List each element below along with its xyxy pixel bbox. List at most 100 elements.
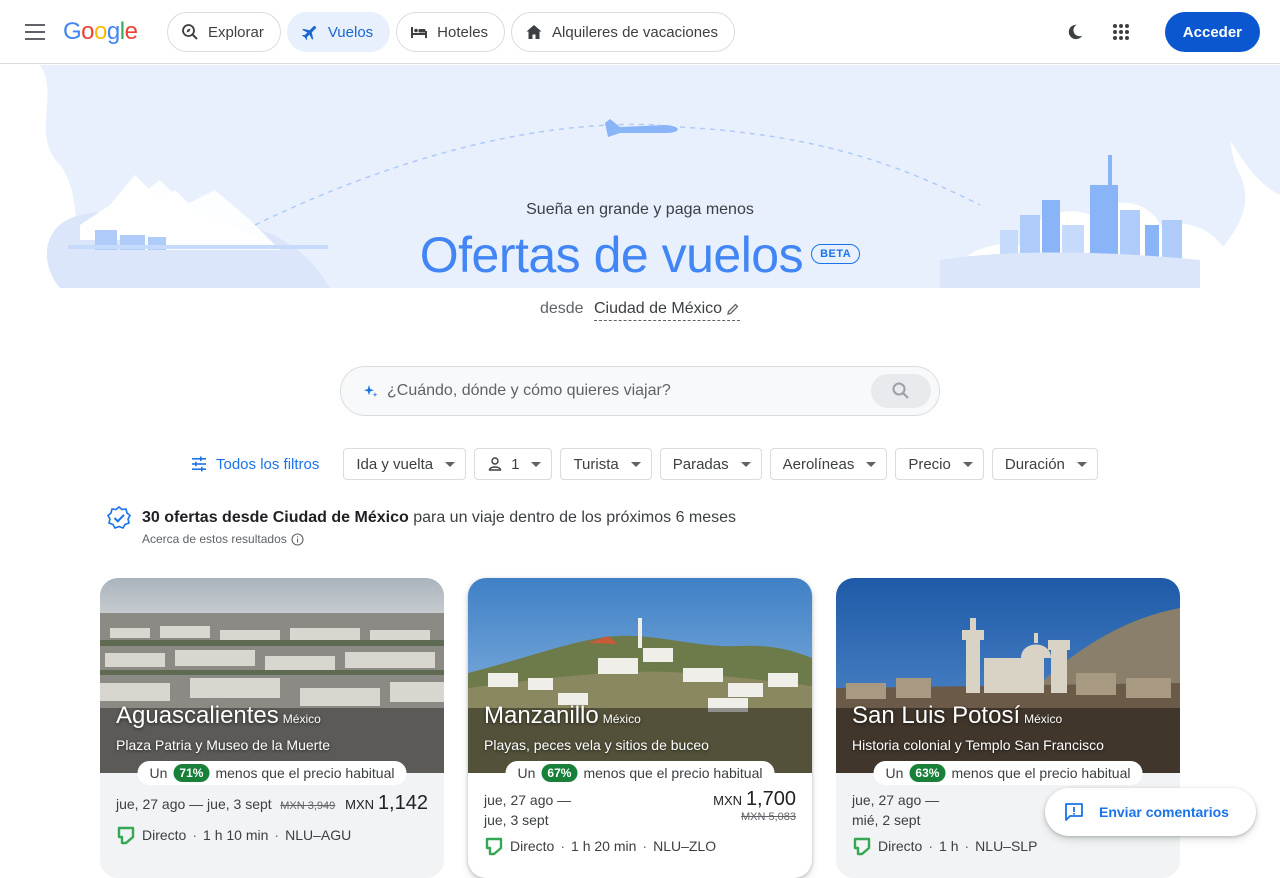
airlines-label: Aerolíneas bbox=[782, 455, 855, 473]
deal-suffix: menos que el precio habitual bbox=[951, 765, 1131, 781]
cabin-class-dropdown[interactable]: Turista bbox=[560, 448, 652, 480]
deal-price: 1,700 bbox=[745, 788, 796, 810]
duration-dropdown[interactable]: Duración bbox=[991, 448, 1098, 480]
signin-button[interactable]: Acceder bbox=[1164, 12, 1260, 52]
flight-route: NLU–AGU bbox=[285, 827, 352, 843]
deal-prefix: Un bbox=[885, 765, 904, 781]
flight-duration: 1 h 20 min bbox=[571, 838, 637, 854]
usual-price: MXN 5,083 bbox=[740, 811, 796, 823]
product-nav: Explorar Vuelos Hoteles Alquileres de va… bbox=[167, 12, 735, 52]
destination-country: México bbox=[1024, 712, 1063, 726]
top-app-bar: Google Explorar Vuelos Hoteles Alquilere… bbox=[0, 0, 1280, 64]
all-filters-label: Todos los filtros bbox=[216, 455, 320, 473]
flight-route: NLU–SLP bbox=[975, 838, 1038, 854]
bed-icon bbox=[411, 27, 428, 38]
cabin-class-label: Turista bbox=[573, 455, 619, 473]
chevron-down-icon bbox=[1076, 461, 1087, 467]
search-box bbox=[340, 366, 940, 416]
stops-info: Directo bbox=[510, 838, 555, 854]
about-results-label: Acerca de estos resultados bbox=[142, 532, 287, 546]
destination-card-manzanillo[interactable]: Manzanillo México Playas, peces vela y si… bbox=[468, 578, 812, 878]
house-icon bbox=[526, 25, 542, 39]
airline-logo-icon bbox=[853, 837, 871, 856]
trip-type-label: Ida y vuelta bbox=[356, 455, 434, 473]
airlines-dropdown[interactable]: Aerolíneas bbox=[769, 448, 888, 480]
about-results-link[interactable]: Acerca de estos resultados bbox=[142, 532, 304, 546]
trip-type-dropdown[interactable]: Ida y vuelta bbox=[343, 448, 467, 480]
page-title-text: Ofertas de vuelos bbox=[419, 227, 804, 283]
search-button[interactable] bbox=[871, 374, 931, 408]
deal-price: 1,142 bbox=[377, 792, 428, 814]
explore-icon bbox=[182, 24, 198, 40]
destination-name: San Luis Potosí México bbox=[852, 702, 1062, 730]
person-icon bbox=[488, 457, 502, 471]
destination-name: Manzanillo México bbox=[484, 702, 641, 730]
travel-dates-end: jue, 3 sept bbox=[484, 812, 549, 828]
main-menu-icon[interactable] bbox=[20, 16, 52, 48]
deal-badge: Un 67% menos que el precio habitual bbox=[505, 761, 775, 785]
chevron-down-icon bbox=[866, 461, 877, 467]
currency: MXN bbox=[713, 793, 743, 808]
page-title: Ofertas de vuelos BETA bbox=[0, 226, 1280, 284]
stops-info: Directo bbox=[142, 827, 187, 843]
stops-info: Directo bbox=[878, 838, 923, 854]
deal-percent: 67% bbox=[541, 764, 578, 782]
send-feedback-label: Enviar comentarios bbox=[1099, 804, 1229, 820]
airline-logo-icon bbox=[485, 837, 503, 856]
flight-details: jue, 27 ago — jue, 3 sept MXN 1,700 MXN … bbox=[484, 788, 796, 856]
origin-city-selector[interactable]: Ciudad de México bbox=[593, 300, 741, 321]
stops-label: Paradas bbox=[672, 455, 729, 473]
destination-description: Historia colonial y Templo San Francisco bbox=[852, 737, 1104, 753]
flight-duration: 1 h bbox=[939, 838, 959, 854]
passengers-dropdown[interactable]: 1 bbox=[474, 448, 553, 480]
destination-name-text: Manzanillo bbox=[484, 702, 599, 729]
send-feedback-button[interactable]: Enviar comentarios bbox=[1045, 788, 1256, 836]
nav-explore-label: Explorar bbox=[208, 23, 264, 41]
verified-check-icon bbox=[106, 505, 132, 529]
apps-grid-icon[interactable] bbox=[1105, 16, 1137, 48]
deal-percent: 71% bbox=[173, 764, 210, 782]
plane-icon bbox=[301, 25, 317, 41]
nav-vacation-rentals[interactable]: Alquileres de vacaciones bbox=[511, 12, 735, 52]
filter-sliders-icon bbox=[192, 456, 206, 472]
search-input[interactable] bbox=[387, 382, 871, 400]
edit-pencil-icon bbox=[727, 303, 739, 315]
nav-hotels-label: Hoteles bbox=[437, 23, 489, 41]
results-count-rest: para un viaje dentro de los próximos 6 m… bbox=[413, 509, 737, 526]
airline-logo-icon bbox=[117, 826, 135, 845]
google-logo[interactable]: Google bbox=[63, 18, 138, 46]
nav-flights[interactable]: Vuelos bbox=[286, 12, 391, 52]
search-icon bbox=[892, 382, 909, 399]
chevron-down-icon bbox=[630, 461, 641, 467]
price-dropdown[interactable]: Precio bbox=[895, 448, 984, 480]
destination-card-aguascalientes[interactable]: Aguascalientes México Plaza Patria y Muse… bbox=[100, 578, 444, 878]
destination-country: México bbox=[602, 712, 641, 726]
travel-dates-start: jue, 27 ago — bbox=[484, 792, 572, 808]
nav-explore[interactable]: Explorar bbox=[167, 12, 281, 52]
origin-row: desde Ciudad de México bbox=[0, 300, 1280, 321]
destination-country: México bbox=[282, 712, 321, 726]
chevron-down-icon bbox=[740, 461, 751, 467]
nav-hotels[interactable]: Hoteles bbox=[396, 12, 506, 52]
flight-details: jue, 27 ago — jue, 3 sept MXN 3,949 MXN … bbox=[116, 792, 428, 845]
dark-mode-icon[interactable] bbox=[1059, 16, 1091, 48]
passengers-label: 1 bbox=[511, 455, 520, 473]
feedback-icon bbox=[1065, 803, 1083, 821]
chevron-down-icon bbox=[962, 461, 973, 467]
flight-route: NLU–ZLO bbox=[653, 838, 717, 854]
chevron-down-icon bbox=[445, 461, 456, 467]
info-icon bbox=[291, 532, 304, 546]
deal-badge: Un 71% menos que el precio habitual bbox=[137, 761, 407, 785]
destination-description: Playas, peces vela y sitios de buceo bbox=[484, 737, 709, 753]
travel-dates: jue, 27 ago — jue, 3 sept bbox=[116, 796, 272, 812]
beta-badge: BETA bbox=[811, 243, 861, 264]
stops-dropdown[interactable]: Paradas bbox=[659, 448, 762, 480]
duration-label: Duración bbox=[1004, 455, 1065, 473]
deal-prefix: Un bbox=[517, 765, 536, 781]
deal-badge: Un 63% menos que el precio habitual bbox=[873, 761, 1143, 785]
deal-suffix: menos que el precio habitual bbox=[583, 765, 763, 781]
all-filters-button[interactable]: Todos los filtros bbox=[180, 448, 329, 480]
deal-suffix: menos que el precio habitual bbox=[215, 765, 395, 781]
currency: MXN bbox=[345, 797, 375, 812]
destination-description: Plaza Patria y Museo de la Muerte bbox=[116, 737, 330, 753]
